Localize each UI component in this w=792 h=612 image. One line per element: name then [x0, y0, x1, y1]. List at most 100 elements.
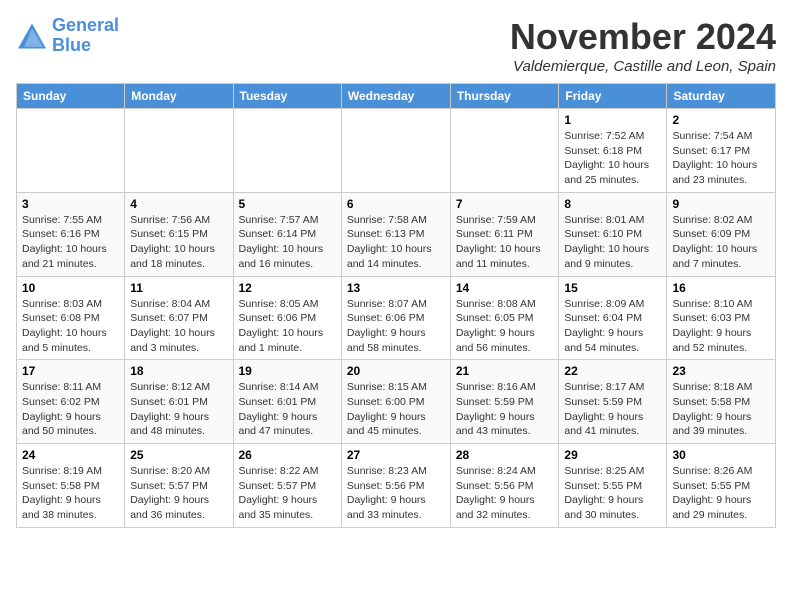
- day-number: 17: [22, 364, 119, 378]
- calendar-cell: 13 Sunrise: 8:07 AMSunset: 6:06 PMDayligh…: [341, 276, 450, 360]
- day-number: 9: [672, 197, 770, 211]
- day-info: Sunrise: 8:03 AMSunset: 6:08 PMDaylight:…: [22, 297, 119, 356]
- day-number: 20: [347, 364, 445, 378]
- day-number: 7: [456, 197, 554, 211]
- day-info: Sunrise: 8:05 AMSunset: 6:06 PMDaylight:…: [239, 297, 336, 356]
- calendar-cell: 17 Sunrise: 8:11 AMSunset: 6:02 PMDayligh…: [17, 360, 125, 444]
- calendar-cell: 21 Sunrise: 8:16 AMSunset: 5:59 PMDayligh…: [450, 360, 559, 444]
- day-number: 5: [239, 197, 336, 211]
- week-row-5: 24Sunrise: 8:19 AMSunset: 5:58 PMDayligh…: [17, 444, 776, 528]
- day-info: Sunrise: 8:18 AMSunset: 5:58 PMDaylight:…: [672, 380, 770, 439]
- day-info: Sunrise: 8:15 AMSunset: 6:00 PMDaylight:…: [347, 380, 445, 439]
- calendar-cell: 19 Sunrise: 8:14 AMSunset: 6:01 PMDayligh…: [233, 360, 341, 444]
- location-title: Valdemierque, Castille and Leon, Spain: [510, 58, 776, 75]
- calendar-cell: 9 Sunrise: 8:02 AMSunset: 6:09 PMDaylight…: [667, 192, 776, 276]
- calendar-cell: [341, 109, 450, 193]
- day-info: Sunrise: 8:24 AMSunset: 5:56 PMDaylight:…: [456, 464, 554, 523]
- weekday-header-sunday: Sunday: [17, 84, 125, 109]
- calendar-cell: 16 Sunrise: 8:10 AMSunset: 6:03 PMDayligh…: [667, 276, 776, 360]
- day-number: 6: [347, 197, 445, 211]
- day-number: 18: [130, 364, 227, 378]
- calendar-cell: 14Sunrise: 8:08 AMSunset: 6:05 PMDayligh…: [450, 276, 559, 360]
- day-number: 26: [239, 448, 336, 462]
- calendar-cell: 7 Sunrise: 7:59 AMSunset: 6:11 PMDaylight…: [450, 192, 559, 276]
- day-number: 8: [564, 197, 661, 211]
- day-number: 23: [672, 364, 770, 378]
- day-number: 16: [672, 281, 770, 295]
- calendar-cell: [450, 109, 559, 193]
- calendar-cell: [233, 109, 341, 193]
- logo-general: General: [52, 15, 119, 35]
- day-number: 14: [456, 281, 554, 295]
- calendar-cell: 28 Sunrise: 8:24 AMSunset: 5:56 PMDayligh…: [450, 444, 559, 528]
- day-info: Sunrise: 8:01 AMSunset: 6:10 PMDaylight:…: [564, 213, 661, 272]
- day-number: 27: [347, 448, 445, 462]
- calendar-cell: 2 Sunrise: 7:54 AMSunset: 6:17 PMDaylight…: [667, 109, 776, 193]
- day-info: Sunrise: 8:10 AMSunset: 6:03 PMDaylight:…: [672, 297, 770, 356]
- calendar-cell: 5Sunrise: 7:57 AMSunset: 6:14 PMDaylight…: [233, 192, 341, 276]
- day-info: Sunrise: 8:02 AMSunset: 6:09 PMDaylight:…: [672, 213, 770, 272]
- day-number: 22: [564, 364, 661, 378]
- day-info: Sunrise: 8:12 AMSunset: 6:01 PMDaylight:…: [130, 380, 227, 439]
- calendar-cell: 24Sunrise: 8:19 AMSunset: 5:58 PMDayligh…: [17, 444, 125, 528]
- calendar-cell: 30Sunrise: 8:26 AMSunset: 5:55 PMDayligh…: [667, 444, 776, 528]
- weekday-header-saturday: Saturday: [667, 84, 776, 109]
- weekday-header-row: SundayMondayTuesdayWednesdayThursdayFrid…: [17, 84, 776, 109]
- day-info: Sunrise: 8:04 AMSunset: 6:07 PMDaylight:…: [130, 297, 227, 356]
- calendar-cell: 29 Sunrise: 8:25 AMSunset: 5:55 PMDayligh…: [559, 444, 667, 528]
- day-number: 2: [672, 113, 770, 127]
- logo: General Blue: [16, 16, 119, 56]
- day-number: 30: [672, 448, 770, 462]
- calendar-cell: [17, 109, 125, 193]
- day-number: 1: [564, 113, 661, 127]
- calendar-cell: [125, 109, 233, 193]
- day-number: 3: [22, 197, 119, 211]
- week-row-4: 17 Sunrise: 8:11 AMSunset: 6:02 PMDayligh…: [17, 360, 776, 444]
- day-number: 10: [22, 281, 119, 295]
- day-info: Sunrise: 8:07 AMSunset: 6:06 PMDaylight:…: [347, 297, 445, 356]
- month-title: November 2024: [510, 16, 776, 58]
- day-info: Sunrise: 8:20 AMSunset: 5:57 PMDaylight:…: [130, 464, 227, 523]
- calendar-cell: 1Sunrise: 7:52 AMSunset: 6:18 PMDaylight…: [559, 109, 667, 193]
- day-number: 29: [564, 448, 661, 462]
- calendar-cell: 10 Sunrise: 8:03 AMSunset: 6:08 PMDayligh…: [17, 276, 125, 360]
- calendar-cell: 25Sunrise: 8:20 AMSunset: 5:57 PMDayligh…: [125, 444, 233, 528]
- weekday-header-wednesday: Wednesday: [341, 84, 450, 109]
- weekday-header-friday: Friday: [559, 84, 667, 109]
- title-area: November 2024 Valdemierque, Castille and…: [510, 16, 776, 75]
- calendar-cell: 8 Sunrise: 8:01 AMSunset: 6:10 PMDaylight…: [559, 192, 667, 276]
- day-info: Sunrise: 8:09 AMSunset: 6:04 PMDaylight:…: [564, 297, 661, 356]
- calendar-cell: 20 Sunrise: 8:15 AMSunset: 6:00 PMDayligh…: [341, 360, 450, 444]
- calendar-cell: 26Sunrise: 8:22 AMSunset: 5:57 PMDayligh…: [233, 444, 341, 528]
- logo-blue: Blue: [52, 36, 119, 56]
- day-info: Sunrise: 8:14 AMSunset: 6:01 PMDaylight:…: [239, 380, 336, 439]
- calendar-cell: 22 Sunrise: 8:17 AMSunset: 5:59 PMDayligh…: [559, 360, 667, 444]
- weekday-header-monday: Monday: [125, 84, 233, 109]
- week-row-3: 10 Sunrise: 8:03 AMSunset: 6:08 PMDayligh…: [17, 276, 776, 360]
- day-number: 13: [347, 281, 445, 295]
- logo-text: General Blue: [52, 16, 119, 56]
- weekday-header-tuesday: Tuesday: [233, 84, 341, 109]
- week-row-1: 1Sunrise: 7:52 AMSunset: 6:18 PMDaylight…: [17, 109, 776, 193]
- calendar-cell: 15Sunrise: 8:09 AMSunset: 6:04 PMDayligh…: [559, 276, 667, 360]
- week-row-2: 3Sunrise: 7:55 AMSunset: 6:16 PMDaylight…: [17, 192, 776, 276]
- day-info: Sunrise: 8:16 AMSunset: 5:59 PMDaylight:…: [456, 380, 554, 439]
- calendar-cell: 18 Sunrise: 8:12 AMSunset: 6:01 PMDayligh…: [125, 360, 233, 444]
- logo-icon: [16, 22, 48, 50]
- day-info: Sunrise: 8:25 AMSunset: 5:55 PMDaylight:…: [564, 464, 661, 523]
- day-number: 21: [456, 364, 554, 378]
- calendar-cell: 27 Sunrise: 8:23 AMSunset: 5:56 PMDayligh…: [341, 444, 450, 528]
- header: General Blue November 2024 Valdemierque,…: [16, 16, 776, 75]
- calendar-cell: 4Sunrise: 7:56 AMSunset: 6:15 PMDaylight…: [125, 192, 233, 276]
- day-info: Sunrise: 8:11 AMSunset: 6:02 PMDaylight:…: [22, 380, 119, 439]
- day-number: 12: [239, 281, 336, 295]
- calendar-table: SundayMondayTuesdayWednesdayThursdayFrid…: [16, 83, 776, 528]
- day-info: Sunrise: 7:54 AMSunset: 6:17 PMDaylight:…: [672, 129, 770, 188]
- day-info: Sunrise: 8:17 AMSunset: 5:59 PMDaylight:…: [564, 380, 661, 439]
- day-info: Sunrise: 8:23 AMSunset: 5:56 PMDaylight:…: [347, 464, 445, 523]
- calendar-cell: 12 Sunrise: 8:05 AMSunset: 6:06 PMDayligh…: [233, 276, 341, 360]
- day-number: 4: [130, 197, 227, 211]
- day-info: Sunrise: 7:59 AMSunset: 6:11 PMDaylight:…: [456, 213, 554, 272]
- day-number: 19: [239, 364, 336, 378]
- day-number: 28: [456, 448, 554, 462]
